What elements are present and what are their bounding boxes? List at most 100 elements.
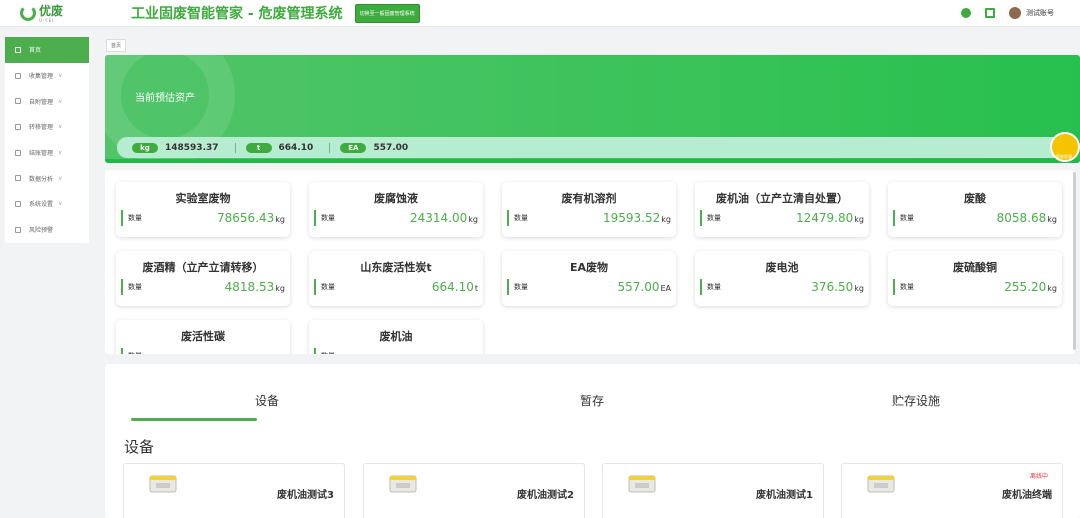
monitor-icon (15, 46, 21, 53)
gear-icon (15, 226, 21, 233)
card-title: 废酸 (964, 192, 986, 205)
card-label: 数量 (707, 283, 721, 291)
card-unit: kg (854, 284, 864, 293)
device-status: 离线中 (1029, 473, 1048, 480)
banner-title: 当前预估资产 (135, 93, 195, 104)
tab-storage-facilities[interactable]: 贮存设施 (892, 392, 940, 409)
sidebar-item-transfer[interactable]: 转移管理 ∨ (5, 114, 89, 140)
switch-system-button[interactable]: 切换至一般固废管理系统 (354, 3, 420, 23)
card-unit: kg (661, 215, 671, 224)
card-unit: t (474, 284, 478, 293)
asset-stat-t: t 664.10 (245, 142, 313, 153)
device-card[interactable]: 废机油测试1 (602, 463, 824, 518)
waste-card[interactable]: 废电池 数量 376.50kg (695, 251, 869, 306)
device-image (389, 475, 417, 493)
device-card[interactable]: 离线中 废机油终端 (841, 463, 1063, 518)
active-tab-indicator (131, 418, 257, 421)
device-image (149, 475, 177, 493)
sidebar-item-label: 自附管理 (29, 98, 54, 106)
waste-card[interactable]: 废酸 数量 8058.68kg (888, 182, 1062, 237)
card-value: 557.00 (617, 280, 660, 294)
sidebar: 首页 收集管理 ∨ 自附管理 ∨ 转移管理 ∨ 结账管理 ∨ 数据分析 ∨ 系统… (5, 37, 89, 243)
notification-icon[interactable] (985, 8, 995, 18)
cards-scrollbar[interactable] (1073, 172, 1076, 350)
waste-card[interactable]: 实验室废物 数量 78656.43kg (116, 182, 290, 237)
breadcrumb-tab-home[interactable]: 首页 (106, 39, 127, 52)
chevron-down-icon: ∨ (58, 149, 63, 157)
sidebar-item-label: 数据分析 (29, 175, 54, 183)
app-title: 工业固废智能管家 - 危废管理系统 (131, 6, 343, 22)
card-value: 8058.68 (996, 211, 1047, 225)
device-card[interactable]: 废机油测试3 (123, 463, 345, 518)
card-title: 废机油（立产立清自处置） (716, 192, 848, 205)
sidebar-item-analysis[interactable]: 数据分析 ∨ (5, 165, 89, 191)
waste-card[interactable]: 山东废活性炭t 数量 664.10t (309, 251, 483, 306)
card-value: 24314.00 (410, 211, 468, 225)
asset-stat-kg: kg 148593.37 (132, 142, 219, 153)
card-title: 废电池 (765, 261, 799, 274)
card-unit: kg (854, 215, 864, 224)
waste-card[interactable]: EA废物 数量 557.00EA (502, 251, 676, 306)
waste-card[interactable]: 废机油 数量 (309, 320, 483, 354)
sidebar-item-home[interactable]: 首页 (5, 37, 89, 63)
tab-devices[interactable]: 设备 (255, 392, 279, 409)
chevron-down-icon: ∨ (58, 200, 63, 208)
chart-icon (15, 175, 21, 182)
sidebar-item-label: 首页 (29, 47, 42, 55)
card-value: 12479.80 (796, 211, 854, 225)
waste-card[interactable]: 废腐蚀液 数量 24314.00kg (309, 182, 483, 237)
top-header: 优废 U-FEI 工业固废智能管家 - 危废管理系统 切换至一般固废管理系统 测… (0, 0, 1080, 27)
waste-card[interactable]: 废活性碳 数量 (116, 320, 290, 354)
waste-card[interactable]: 废机油（立产立清自处置） 数量 12479.80kg (695, 182, 869, 237)
chevron-down-icon: ∨ (58, 72, 63, 80)
card-title: 废腐蚀液 (374, 192, 418, 205)
avatar (1009, 7, 1021, 19)
card-unit: kg (468, 215, 478, 224)
card-unit: EA (660, 284, 671, 293)
card-unit: kg (275, 215, 285, 224)
banner-bottom-bar (105, 159, 1080, 163)
sidebar-item-settings[interactable]: 系统设置 ∨ (5, 191, 89, 217)
card-title: 废酒精（立产立请转移） (142, 261, 264, 274)
sidebar-item-risk[interactable]: 风险预警 (5, 217, 89, 243)
card-title: 废有机溶剂 (561, 192, 617, 205)
card-label: 数量 (900, 214, 914, 222)
device-image (628, 475, 656, 493)
customer-service-button[interactable]: 智能客服 (1050, 132, 1080, 162)
card-label: 数量 (514, 214, 528, 222)
breadcrumb: 首页 (104, 37, 1080, 54)
card-title: EA废物 (569, 261, 609, 274)
logo[interactable]: 优废 U-FEI (0, 4, 95, 23)
sidebar-item-label: 风险预警 (29, 227, 54, 235)
waste-card[interactable]: 废硫酸铜 数量 255.20kg (888, 251, 1062, 306)
sidebar-item-self[interactable]: 自附管理 ∨ (5, 88, 89, 114)
tab-temporary-storage[interactable]: 暂存 (580, 392, 604, 409)
logo-text: 优废 (39, 3, 64, 18)
card-label: 数量 (321, 283, 335, 291)
location-icon[interactable] (961, 8, 971, 18)
stat-value: 557.00 (373, 142, 409, 153)
waste-card[interactable]: 废有机溶剂 数量 19593.52kg (502, 182, 676, 237)
chevron-down-icon: ∨ (58, 123, 63, 131)
device-card[interactable]: 废机油测试2 (363, 463, 585, 518)
chevron-down-icon: ∨ (58, 97, 63, 105)
user-menu[interactable]: 测试账号 (1009, 7, 1054, 19)
sidebar-item-settlement[interactable]: 结账管理 ∨ (5, 140, 89, 166)
card-title: 实验室废物 (175, 192, 231, 205)
card-label: 数量 (321, 351, 335, 354)
home-icon (15, 149, 21, 156)
card-value: 4818.53 (224, 280, 275, 294)
card-label: 数量 (514, 283, 528, 291)
device-name: 废机油终端 (1002, 490, 1052, 501)
card-value: 376.50 (811, 280, 854, 294)
card-title: 废活性碳 (181, 330, 225, 343)
customer-service-label: 智能客服 (1056, 154, 1072, 159)
sidebar-item-label: 转移管理 (29, 124, 54, 132)
sidebar-item-collection[interactable]: 收集管理 ∨ (5, 63, 89, 89)
card-unit: kg (1047, 215, 1057, 224)
card-value: 78656.43 (217, 211, 275, 225)
waste-card[interactable]: 废酒精（立产立请转移） 数量 4818.53kg (116, 251, 290, 306)
logo-mark-icon (20, 5, 36, 21)
logo-subtext: U-FEI (39, 17, 55, 23)
eye-icon (15, 98, 21, 105)
